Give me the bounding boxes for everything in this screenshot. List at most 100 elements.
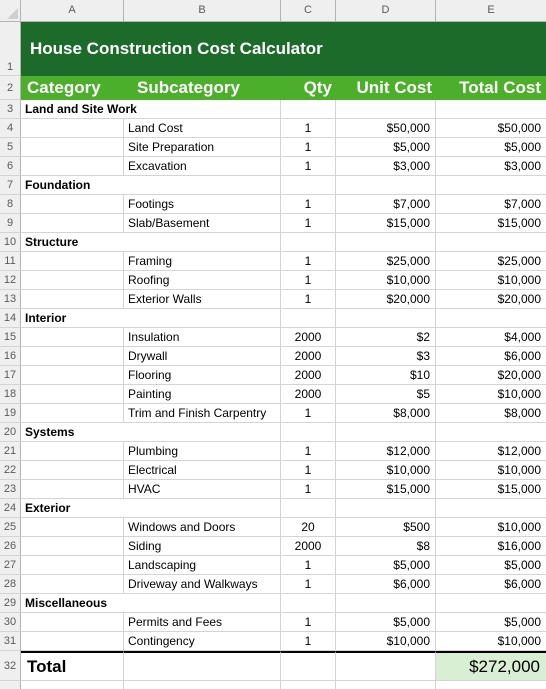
cell-unit-cost[interactable]: $5,000	[336, 138, 436, 157]
header-cell-subcategory[interactable]: Subcategory	[124, 76, 281, 100]
column-header-a[interactable]: A	[21, 0, 124, 21]
total-label-cell[interactable]: Total	[21, 651, 124, 681]
cell-total-cost[interactable]: $4,000	[436, 328, 546, 347]
cell-total-cost[interactable]: $6,000	[436, 575, 546, 594]
row-header-6[interactable]: 6	[0, 157, 21, 176]
category-empty-e[interactable]	[436, 309, 546, 328]
row-header-32[interactable]: 32	[0, 651, 21, 681]
category-label[interactable]: Exterior	[21, 499, 281, 518]
cell-unit-cost[interactable]: $8,000	[336, 404, 436, 423]
column-header-b[interactable]: B	[124, 0, 281, 21]
category-empty-e[interactable]	[436, 233, 546, 252]
cell-total-cost[interactable]: $15,000	[436, 214, 546, 233]
cell-qty[interactable]: 1	[281, 214, 336, 233]
cell-category[interactable]	[21, 575, 124, 594]
cell-subcategory[interactable]: Excavation	[124, 157, 281, 176]
total-empty-c[interactable]	[281, 651, 336, 681]
cell-subcategory[interactable]: Framing	[124, 252, 281, 271]
cell-subcategory[interactable]: Site Preparation	[124, 138, 281, 157]
cell-unit-cost[interactable]: $10,000	[336, 632, 436, 651]
cell-qty[interactable]: 1	[281, 632, 336, 651]
cell-category[interactable]	[21, 613, 124, 632]
row-header-30[interactable]: 30	[0, 613, 21, 632]
cell-qty[interactable]: 2000	[281, 366, 336, 385]
cell-qty[interactable]: 1	[281, 575, 336, 594]
cell-total-cost[interactable]: $20,000	[436, 366, 546, 385]
category-empty-d[interactable]	[336, 100, 436, 119]
cell-total-cost[interactable]: $10,000	[436, 385, 546, 404]
cell-total-cost[interactable]: $16,000	[436, 537, 546, 556]
cell-unit-cost[interactable]: $2	[336, 328, 436, 347]
cell-total-cost[interactable]: $20,000	[436, 290, 546, 309]
total-empty-d[interactable]	[336, 651, 436, 681]
row-header-23[interactable]: 23	[0, 480, 21, 499]
cell-category[interactable]	[21, 404, 124, 423]
cell-unit-cost[interactable]: $15,000	[336, 214, 436, 233]
cell-subcategory[interactable]: Painting	[124, 385, 281, 404]
cell-total-cost[interactable]: $10,000	[436, 461, 546, 480]
column-header-e[interactable]: E	[436, 0, 546, 21]
cell-unit-cost[interactable]: $10,000	[336, 271, 436, 290]
category-empty-c[interactable]	[281, 100, 336, 119]
cell-subcategory[interactable]: Insulation	[124, 328, 281, 347]
row-header-11[interactable]: 11	[0, 252, 21, 271]
header-cell-unit-cost[interactable]: Unit Cost	[336, 76, 436, 100]
category-empty-d[interactable]	[336, 594, 436, 613]
cell-unit-cost[interactable]: $5	[336, 385, 436, 404]
cell-total-cost[interactable]: $10,000	[436, 271, 546, 290]
category-label[interactable]: Systems	[21, 423, 281, 442]
cell-category[interactable]	[21, 366, 124, 385]
cell-unit-cost[interactable]: $12,000	[336, 442, 436, 461]
category-empty-e[interactable]	[436, 499, 546, 518]
cell-category[interactable]	[21, 271, 124, 290]
cell-unit-cost[interactable]: $5,000	[336, 556, 436, 575]
cell-category[interactable]	[21, 138, 124, 157]
cell-qty[interactable]: 1	[281, 271, 336, 290]
cell-total-cost[interactable]: $50,000	[436, 119, 546, 138]
cell-unit-cost[interactable]: $8	[336, 537, 436, 556]
header-cell-qty[interactable]: Qty	[281, 76, 336, 100]
cell-subcategory[interactable]: Slab/Basement	[124, 214, 281, 233]
row-header-28[interactable]: 28	[0, 575, 21, 594]
cell-category[interactable]	[21, 480, 124, 499]
cell-subcategory[interactable]: Permits and Fees	[124, 613, 281, 632]
cell-unit-cost[interactable]: $6,000	[336, 575, 436, 594]
cell-category[interactable]	[21, 556, 124, 575]
cell-total-cost[interactable]: $5,000	[436, 613, 546, 632]
row-header-26[interactable]: 26	[0, 537, 21, 556]
category-empty-c[interactable]	[281, 499, 336, 518]
category-empty-d[interactable]	[336, 309, 436, 328]
cell-qty[interactable]: 2000	[281, 537, 336, 556]
row-header-20[interactable]: 20	[0, 423, 21, 442]
cell-subcategory[interactable]: Flooring	[124, 366, 281, 385]
category-empty-c[interactable]	[281, 423, 336, 442]
cell-subcategory[interactable]: Siding	[124, 537, 281, 556]
row-header-14[interactable]: 14	[0, 309, 21, 328]
cell-total-cost[interactable]: $3,000	[436, 157, 546, 176]
cell-unit-cost[interactable]: $10	[336, 366, 436, 385]
cell-qty[interactable]: 1	[281, 195, 336, 214]
cell-qty[interactable]: 1	[281, 290, 336, 309]
row-header-5[interactable]: 5	[0, 138, 21, 157]
category-empty-d[interactable]	[336, 233, 436, 252]
row-header-9[interactable]: 9	[0, 214, 21, 233]
cell-subcategory[interactable]: Electrical	[124, 461, 281, 480]
cell-category[interactable]	[21, 537, 124, 556]
total-value-cell[interactable]: $272,000	[436, 651, 546, 681]
cell-category[interactable]	[21, 252, 124, 271]
cell-subcategory[interactable]: Footings	[124, 195, 281, 214]
cell-subcategory[interactable]: Drywall	[124, 347, 281, 366]
cell-category[interactable]	[21, 157, 124, 176]
cell-category[interactable]	[21, 347, 124, 366]
cell-subcategory[interactable]: Contingency	[124, 632, 281, 651]
cell-category[interactable]	[21, 385, 124, 404]
row-header-17[interactable]: 17	[0, 366, 21, 385]
cell-subcategory[interactable]: Windows and Doors	[124, 518, 281, 537]
cell-total-cost[interactable]: $5,000	[436, 138, 546, 157]
category-empty-e[interactable]	[436, 100, 546, 119]
category-label[interactable]: Structure	[21, 233, 281, 252]
cell-total-cost[interactable]: $12,000	[436, 442, 546, 461]
row-header-10[interactable]: 10	[0, 233, 21, 252]
row-header-1[interactable]: 1	[0, 22, 21, 76]
category-label[interactable]: Interior	[21, 309, 281, 328]
